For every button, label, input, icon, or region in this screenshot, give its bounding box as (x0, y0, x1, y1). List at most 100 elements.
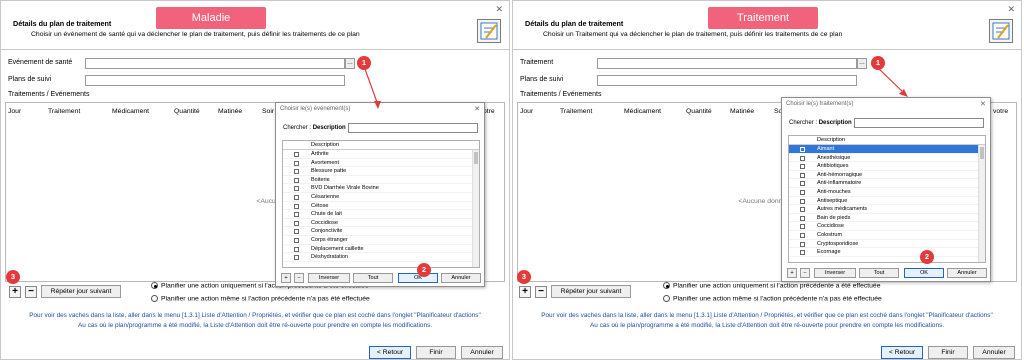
treatment-list[interactable]: Description Aimant Anesthésique Antibiotiq… (788, 135, 986, 263)
plans-input[interactable] (597, 75, 857, 86)
radio-even-if-not-done[interactable]: Planifier une action même si l'action pr… (151, 295, 370, 302)
event-list[interactable]: Description Arthrite Avortement Blessure p… (282, 140, 480, 268)
cancel-button[interactable]: Annuler (947, 268, 987, 278)
scrollbar[interactable] (472, 150, 479, 267)
close-icon[interactable]: ✕ (495, 4, 503, 15)
list-item[interactable]: Cryptosporidiose (789, 240, 978, 249)
list-item[interactable]: Césarienne (283, 193, 472, 202)
list-item[interactable]: Coccidiose (789, 222, 978, 231)
list-item[interactable]: Arthrite (283, 150, 472, 159)
list-item[interactable]: BVD Diarrhée Virale Bovine (283, 184, 472, 193)
cancel-button[interactable]: Annuler (441, 273, 481, 283)
list-item[interactable]: Bain de pieds (789, 214, 978, 223)
item-checkbox[interactable] (800, 232, 805, 238)
close-icon[interactable]: ✕ (1007, 4, 1015, 15)
item-checkbox[interactable] (294, 246, 299, 252)
radio-dot[interactable] (663, 295, 670, 302)
item-checkbox[interactable] (800, 224, 805, 230)
item-checkbox[interactable] (294, 194, 299, 200)
search-input[interactable] (854, 118, 984, 128)
cancel-button[interactable]: Annuler (461, 346, 503, 359)
invert-button[interactable]: Inverser (814, 268, 856, 278)
item-checkbox[interactable] (800, 155, 805, 161)
list-item[interactable]: Anesthésique (789, 154, 978, 163)
event-input[interactable] (85, 58, 345, 69)
item-checkbox[interactable] (800, 147, 805, 152)
close-icon[interactable]: ✕ (980, 100, 986, 108)
repeat-next-day-button[interactable]: Répéter jour suivant (551, 285, 631, 298)
plans-input[interactable] (85, 75, 345, 86)
scrollbar[interactable] (978, 145, 985, 262)
list-item[interactable]: Boiterie (283, 176, 472, 185)
remove-button[interactable]: − (294, 273, 304, 283)
list-item[interactable]: Aimant (789, 145, 978, 154)
remove-button[interactable]: − (800, 268, 810, 278)
radio-dot[interactable] (663, 282, 670, 289)
list-item[interactable]: Colostrum (789, 231, 978, 240)
field-label-event: Evénement de santé (8, 59, 73, 66)
event-picker-button[interactable]: … (345, 58, 355, 69)
remove-button[interactable]: − (535, 286, 547, 298)
radio-even-if-not-done[interactable]: Planifier une action même si l'action pr… (663, 295, 882, 302)
item-checkbox[interactable] (294, 169, 299, 175)
item-checkbox[interactable] (800, 207, 805, 213)
list-item[interactable]: Déplacement caillette (283, 245, 472, 254)
item-checkbox[interactable] (294, 229, 299, 235)
list-item[interactable]: Avortement (283, 159, 472, 168)
radio-dot[interactable] (151, 282, 158, 289)
list-item[interactable]: Anti-hémorragique (789, 171, 978, 180)
back-button[interactable]: < Retour (881, 346, 923, 359)
item-checkbox[interactable] (800, 189, 805, 195)
ok-button[interactable]: OK (904, 268, 944, 278)
item-checkbox[interactable] (294, 255, 299, 261)
back-button[interactable]: < Retour (369, 346, 411, 359)
item-checkbox[interactable] (800, 215, 805, 221)
list-item[interactable]: Antibiotiques (789, 162, 978, 171)
list-item[interactable]: Coccidiose (283, 219, 472, 228)
treatment-input[interactable] (597, 58, 857, 69)
list-item[interactable]: Anti-mouches (789, 188, 978, 197)
select-all-button[interactable]: Tout (859, 268, 899, 278)
search-input[interactable] (348, 123, 478, 133)
item-checkbox[interactable] (800, 250, 805, 256)
item-checkbox[interactable] (294, 152, 299, 157)
item-checkbox[interactable] (800, 181, 805, 187)
item-checkbox[interactable] (800, 172, 805, 178)
add-button[interactable]: + (519, 286, 531, 298)
add-button[interactable]: + (787, 268, 797, 278)
item-checkbox[interactable] (294, 186, 299, 192)
item-checkbox[interactable] (800, 241, 805, 247)
close-icon[interactable]: ✕ (474, 105, 480, 113)
list-item[interactable]: Conjonctivite (283, 227, 472, 236)
item-checkbox[interactable] (294, 220, 299, 226)
remove-button[interactable]: − (25, 286, 37, 298)
radio-dot[interactable] (151, 295, 158, 302)
treatment-picker-button[interactable]: … (857, 58, 867, 69)
list-item[interactable]: Anti-inflammatoire (789, 179, 978, 188)
item-checkbox[interactable] (294, 212, 299, 218)
list-item[interactable]: Corps étranger (283, 236, 472, 245)
item-label: Coccidiose (817, 223, 844, 230)
list-item[interactable]: Ecornage (789, 248, 978, 257)
select-all-button[interactable]: Tout (353, 273, 393, 283)
item-checkbox[interactable] (294, 237, 299, 243)
list-item[interactable]: Antiseptique (789, 197, 978, 206)
item-checkbox[interactable] (294, 160, 299, 166)
cancel-button[interactable]: Annuler (973, 346, 1015, 359)
list-item[interactable]: Chute de lait (283, 210, 472, 219)
add-button[interactable]: + (281, 273, 291, 283)
radio-only-if-done[interactable]: Planifier une action uniquement si l'act… (663, 282, 880, 289)
list-item[interactable]: Blessure patte (283, 167, 472, 176)
add-button[interactable]: + (9, 286, 21, 298)
finish-button[interactable]: Finir (416, 346, 456, 359)
item-checkbox[interactable] (294, 177, 299, 183)
invert-button[interactable]: Inverser (308, 273, 350, 283)
item-checkbox[interactable] (294, 203, 299, 209)
item-checkbox[interactable] (800, 198, 805, 204)
item-checkbox[interactable] (800, 164, 805, 170)
finish-button[interactable]: Finir (928, 346, 968, 359)
list-item[interactable]: Autres médicaments (789, 205, 978, 214)
repeat-next-day-button[interactable]: Répéter jour suivant (41, 285, 121, 298)
list-item[interactable]: Déshydratation (283, 253, 472, 262)
list-item[interactable]: Cétose (283, 202, 472, 211)
